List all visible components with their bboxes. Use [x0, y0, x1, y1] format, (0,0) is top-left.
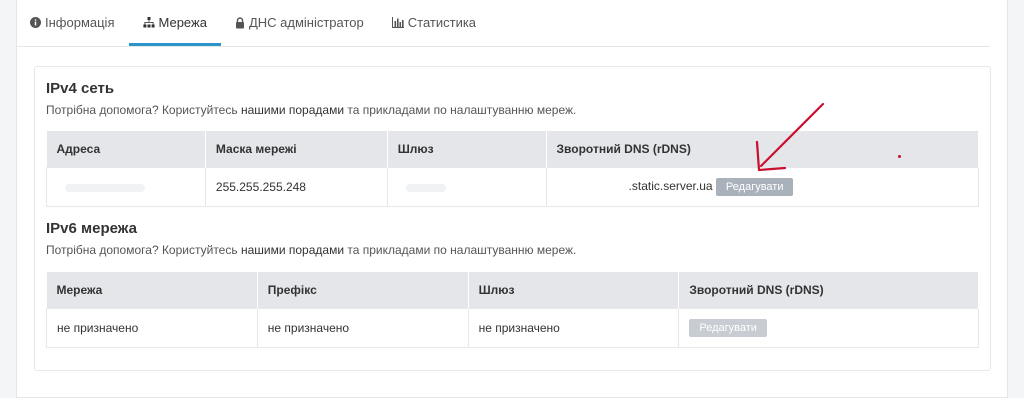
tab-information-label: Інформація	[45, 15, 115, 30]
ipv6-gateway-cell: не призначено	[467, 308, 680, 348]
network-icon	[142, 17, 155, 28]
annotation-dot	[898, 155, 901, 158]
edit-rdns-button-disabled[interactable]: Редагувати	[689, 319, 767, 337]
rdns-value: .static.server.ua	[628, 179, 713, 194]
ipv4-address-cell	[46, 167, 206, 207]
column-header-gateway: Шлюз	[468, 272, 680, 309]
ipv6-help-link[interactable]: нашими порадами	[241, 243, 344, 257]
ipv4-gateway-cell	[386, 167, 547, 207]
column-header-network: Мережа	[46, 272, 258, 309]
ipv6-table: Мережа Префікс Шлюз Зворотний DNS (rDNS)…	[46, 272, 979, 348]
tab-information[interactable]: Інформація	[16, 0, 129, 45]
tab-network-label: Мережа	[158, 15, 207, 30]
bar-chart-icon	[391, 17, 404, 28]
ipv6-rdns-cell: Редагувати	[678, 308, 979, 348]
tab-statistics-label: Статистика	[407, 15, 477, 30]
info-icon	[30, 17, 41, 28]
tab-bar: Інформація Мережа ДНС адміністратор Стат…	[16, 0, 990, 47]
tab-statistics[interactable]: Статистика	[378, 0, 490, 45]
annotation-arrow-icon	[755, 102, 825, 172]
ipv4-table-header: Адреса Маска мережі Шлюз Зворотний DNS (…	[46, 131, 980, 168]
edit-rdns-button[interactable]: Редагувати	[715, 178, 794, 196]
table-row: не призначено не призначено не призначен…	[46, 308, 979, 348]
tab-dns-admin[interactable]: ДНС адміністратор	[221, 0, 378, 45]
ipv4-mask-cell: 255.255.255.248	[204, 167, 388, 207]
ipv6-network-cell: не призначено	[46, 308, 258, 348]
ipv4-help-text: Потрібна допомога? Користуйтесь нашими п…	[46, 103, 577, 117]
ipv6-table-header: Мережа Префікс Шлюз Зворотний DNS (rDNS)	[46, 272, 979, 309]
ipv6-title: IPv6 мережа	[46, 220, 137, 237]
ipv4-table: Адреса Маска мережі Шлюз Зворотний DNS (…	[46, 131, 980, 207]
ipv6-help-text: Потрібна допомога? Користуйтесь нашими п…	[46, 243, 577, 257]
column-header-gateway: Шлюз	[387, 131, 547, 168]
column-header-prefix: Префікс	[257, 272, 469, 309]
ipv4-title: IPv4 сеть	[46, 80, 115, 97]
tab-network[interactable]: Мережа	[128, 0, 222, 46]
column-header-rdns: Зворотний DNS (rDNS)	[678, 272, 979, 309]
redacted-gateway	[405, 183, 446, 192]
tab-dns-admin-label: ДНС адміністратор	[248, 15, 364, 30]
redacted-address	[65, 183, 145, 192]
lock-icon	[235, 16, 245, 29]
ipv6-prefix-cell: не призначено	[256, 308, 469, 348]
table-row: 255.255.255.248 .static.server.ua Редагу…	[46, 167, 980, 207]
column-header-mask: Маска мережі	[205, 131, 388, 168]
ipv4-help-link[interactable]: нашими порадами	[241, 103, 344, 117]
column-header-address: Адреса	[46, 131, 206, 168]
